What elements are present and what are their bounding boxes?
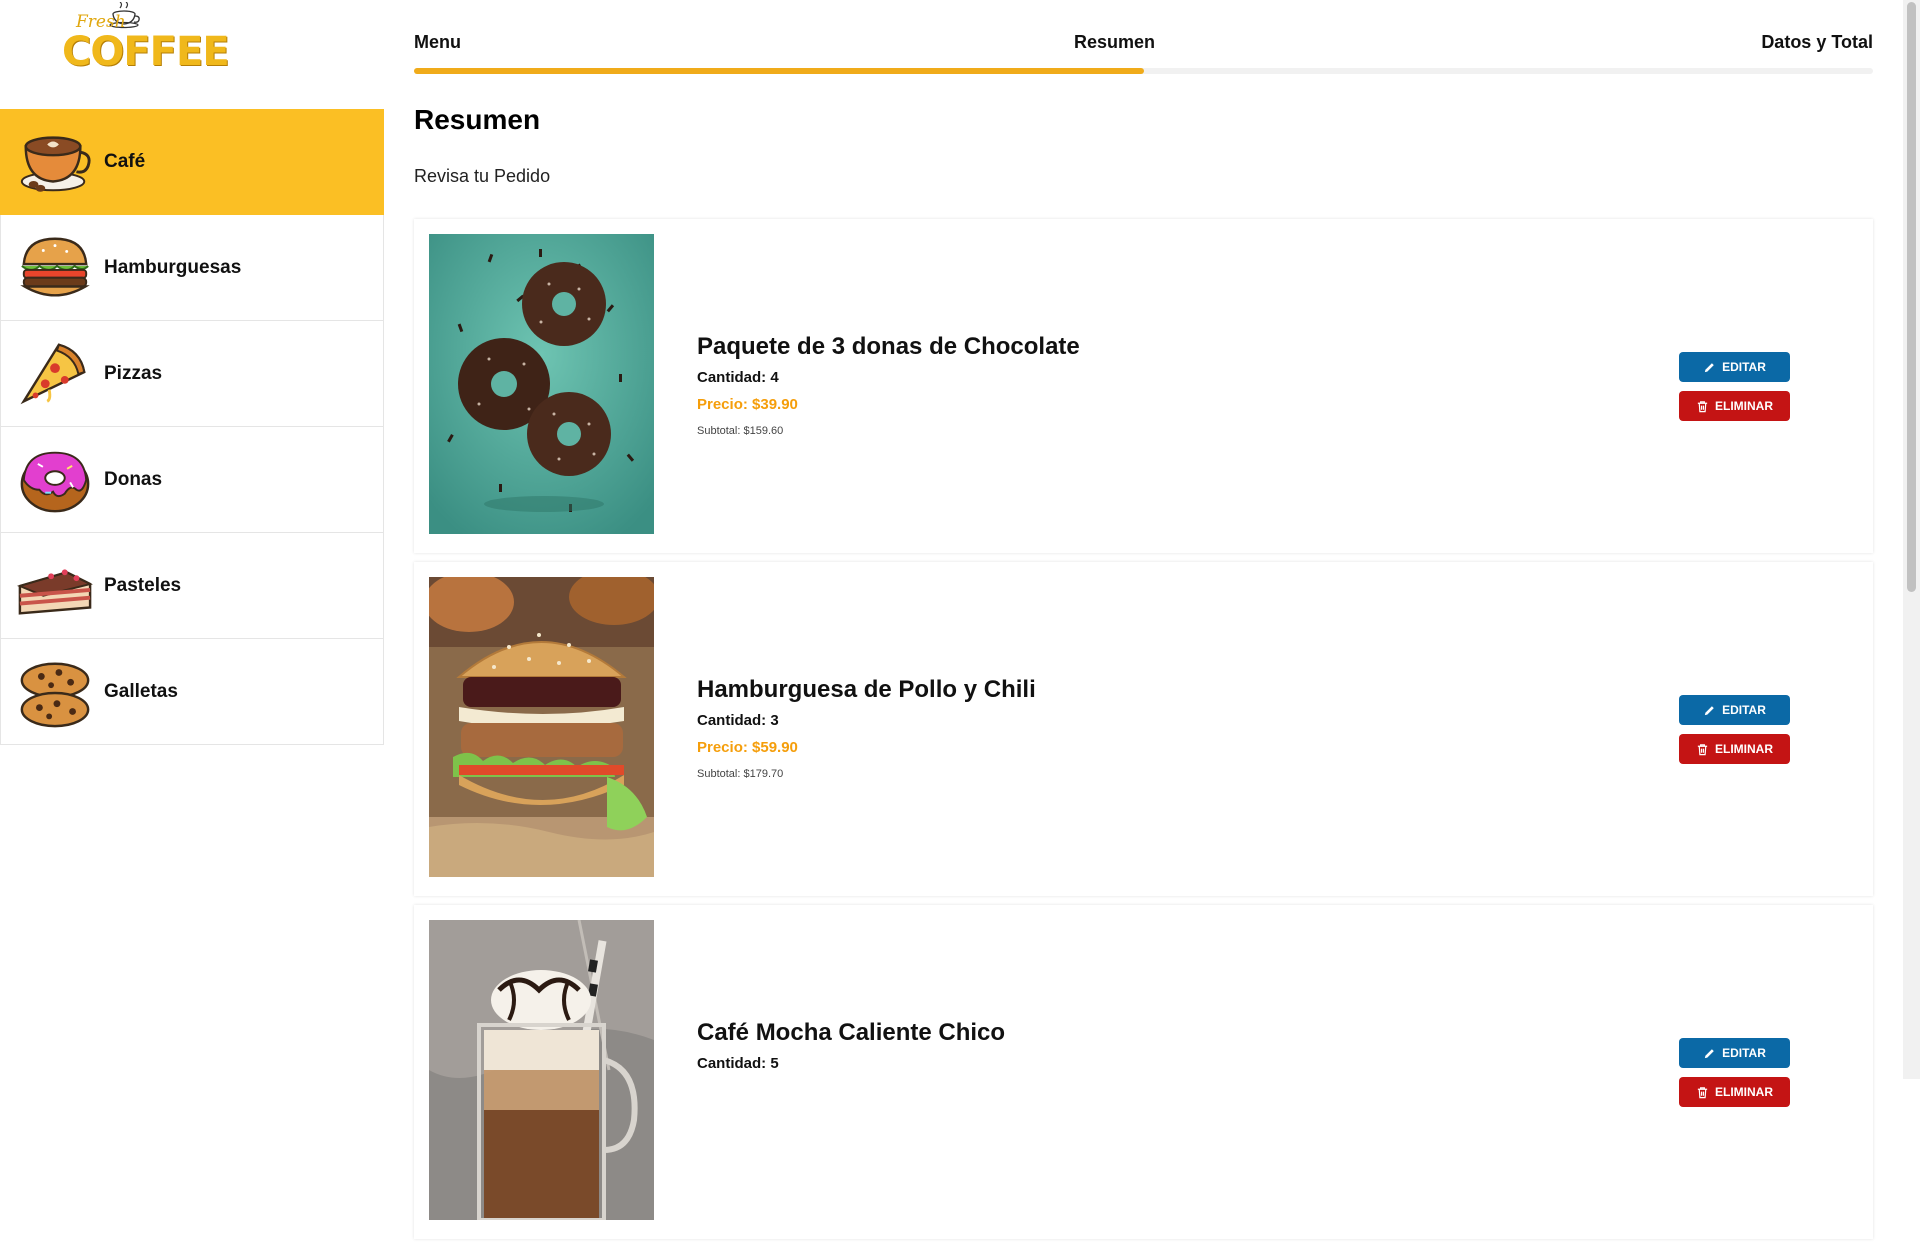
sidebar: Fresh COFFEE Café Hamburguesas Pizzas Do… <box>0 0 384 1079</box>
main-content: Menu Resumen Datos y Total Resumen Revis… <box>414 0 1873 1239</box>
donut-icon <box>15 440 95 520</box>
order-actions: Editar Eliminar <box>1679 695 1790 773</box>
order-item: Paquete de 3 donas de Chocolate Cantidad… <box>414 219 1873 553</box>
chocolate-donuts-photo <box>429 234 654 534</box>
progress-bar <box>414 68 1873 74</box>
order-item: Hamburguesa de Pollo y Chili Cantidad: 3… <box>414 562 1873 896</box>
category-item-donas[interactable]: Donas <box>0 427 384 533</box>
edit-label: Editar <box>1722 360 1766 374</box>
order-quantity: Cantidad: 3 <box>697 712 779 729</box>
category-label: Donas <box>104 468 163 490</box>
step-resumen[interactable]: Resumen <box>1074 32 1155 53</box>
category-label: Galletas <box>104 680 178 702</box>
order-price: Precio: $59.90 <box>697 739 798 756</box>
order-price: Precio: $39.90 <box>697 396 798 413</box>
order-actions: Editar Eliminar <box>1679 1038 1790 1116</box>
pencil-icon <box>1703 361 1716 374</box>
order-subtotal: Subtotal: $179.70 <box>697 768 784 780</box>
progress-bar-fill <box>414 68 1144 74</box>
delete-label: Eliminar <box>1715 1085 1773 1099</box>
edit-button[interactable]: Editar <box>1679 695 1790 725</box>
edit-button[interactable]: Editar <box>1679 1038 1790 1068</box>
order-quantity: Cantidad: 4 <box>697 369 779 386</box>
page-subtitle: Revisa tu Pedido <box>414 166 551 186</box>
order-actions: Editar Eliminar <box>1679 352 1790 430</box>
brand-logo: Fresh COFFEE <box>62 2 230 78</box>
category-item-pasteles[interactable]: Pasteles <box>0 533 384 639</box>
edit-button[interactable]: Editar <box>1679 352 1790 382</box>
delete-button[interactable]: Eliminar <box>1679 391 1790 421</box>
order-name: Café Mocha Caliente Chico <box>697 1019 1006 1046</box>
page-scrollbar[interactable] <box>1903 0 1920 1079</box>
order-steps: Menu Resumen Datos y Total <box>414 0 1873 78</box>
step-datos-total[interactable]: Datos y Total <box>1761 32 1873 53</box>
pizza-slice-icon <box>15 334 95 414</box>
cake-slice-icon <box>15 546 95 626</box>
page-title: Resumen <box>414 104 541 135</box>
logo-word-text: COFFEE <box>62 29 230 75</box>
coffee-cup-icon <box>15 122 95 202</box>
chicken-chili-burger-photo <box>429 577 654 877</box>
order-info: Café Mocha Caliente Chico Cantidad: 5 <box>697 1019 1005 1084</box>
pencil-icon <box>1703 1047 1716 1060</box>
burger-icon <box>15 228 95 308</box>
category-label: Pizzas <box>104 362 163 384</box>
mocha-coffee-photo <box>429 920 654 1220</box>
category-item-galletas[interactable]: Galletas <box>0 639 384 745</box>
order-list: Paquete de 3 donas de Chocolate Cantidad… <box>414 219 1873 1248</box>
delete-button[interactable]: Eliminar <box>1679 1077 1790 1107</box>
order-quantity: Cantidad: 5 <box>697 1055 779 1072</box>
category-item-hamburguesas[interactable]: Hamburguesas <box>0 215 384 321</box>
trash-icon <box>1696 743 1709 756</box>
category-label: Pasteles <box>104 574 182 596</box>
delete-button[interactable]: Eliminar <box>1679 734 1790 764</box>
category-item-cafe[interactable]: Café <box>0 109 384 215</box>
delete-label: Eliminar <box>1715 399 1773 413</box>
order-name: Paquete de 3 donas de Chocolate <box>697 333 1080 360</box>
category-label: Café <box>104 151 146 172</box>
order-name: Hamburguesa de Pollo y Chili <box>697 676 1036 703</box>
edit-label: Editar <box>1722 1046 1766 1060</box>
pencil-icon <box>1703 704 1716 717</box>
trash-icon <box>1696 400 1709 413</box>
cookies-icon <box>15 652 95 732</box>
step-menu[interactable]: Menu <box>414 32 461 53</box>
order-item: Café Mocha Caliente Chico Cantidad: 5 Ed… <box>414 905 1873 1239</box>
order-info: Hamburguesa de Pollo y Chili Cantidad: 3… <box>697 676 1036 780</box>
category-item-pizzas[interactable]: Pizzas <box>0 321 384 427</box>
order-info: Paquete de 3 donas de Chocolate Cantidad… <box>697 333 1080 437</box>
edit-label: Editar <box>1722 703 1766 717</box>
trash-icon <box>1696 1086 1709 1099</box>
scrollbar-thumb[interactable] <box>1907 2 1916 592</box>
order-subtotal: Subtotal: $159.60 <box>697 425 784 437</box>
delete-label: Eliminar <box>1715 742 1773 756</box>
category-label: Hamburguesas <box>104 256 242 278</box>
category-list: Café Hamburguesas Pizzas Donas Pasteles … <box>0 109 384 745</box>
